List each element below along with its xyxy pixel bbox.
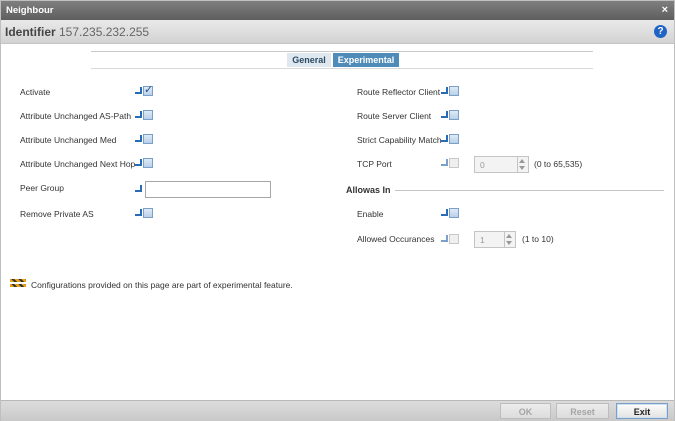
arrow-icon bbox=[441, 159, 449, 168]
allowas-in-title: Allowas In bbox=[346, 185, 391, 195]
remove-private-as-label: Remove Private AS bbox=[20, 209, 94, 219]
close-icon[interactable]: × bbox=[662, 4, 668, 16]
attr-unchanged-next-hop-checkbox[interactable] bbox=[135, 157, 154, 169]
tab-general[interactable]: General bbox=[287, 53, 331, 67]
activate-checkbox[interactable]: ✓ bbox=[135, 84, 154, 97]
strict-capability-match-checkbox[interactable] bbox=[441, 133, 460, 145]
checkmark-icon: ✓ bbox=[144, 84, 154, 96]
tcp-port-spinner[interactable]: 0 bbox=[474, 156, 529, 173]
arrow-icon bbox=[135, 111, 143, 120]
ok-button[interactable]: OK bbox=[500, 403, 551, 419]
attr-unchanged-next-hop-label: Attribute Unchanged Next Hop bbox=[20, 159, 136, 169]
peer-group-label: Peer Group bbox=[20, 183, 64, 193]
allowed-occurances-spinner[interactable]: 1 bbox=[474, 231, 516, 248]
identifier-bar: Identifier 157.235.232.255 ? bbox=[1, 20, 674, 44]
tab-divider bbox=[91, 68, 593, 69]
route-reflector-client-label: Route Reflector Client bbox=[357, 87, 441, 97]
tcp-port-value: 0 bbox=[480, 160, 485, 170]
allowas-enable-label: Enable bbox=[357, 209, 384, 219]
tcp-port-range: (0 to 65,535) bbox=[534, 159, 583, 169]
neighbour-dialog: Neighbour × Identifier 157.235.232.255 ?… bbox=[0, 0, 675, 421]
arrow-icon bbox=[135, 209, 143, 218]
arrow-icon bbox=[441, 135, 449, 144]
allowed-occurances-value: 1 bbox=[480, 235, 485, 245]
peer-group-input[interactable] bbox=[145, 181, 271, 198]
arrow-icon bbox=[441, 87, 449, 96]
arrow-icon bbox=[441, 111, 449, 120]
title-bar: Neighbour × bbox=[1, 1, 674, 20]
activate-label: Activate bbox=[20, 87, 51, 97]
remove-private-as-checkbox[interactable] bbox=[135, 207, 154, 219]
attr-unchanged-med-label: Attribute Unchanged Med bbox=[20, 135, 117, 145]
attr-unchanged-med-checkbox[interactable] bbox=[135, 133, 154, 145]
identifier-label: Identifier bbox=[5, 25, 56, 39]
help-icon[interactable]: ? bbox=[654, 25, 667, 38]
tcp-port-label: TCP Port bbox=[357, 159, 392, 169]
arrow-icon bbox=[135, 159, 143, 168]
spin-down-icon[interactable] bbox=[506, 241, 512, 245]
footer-bar: OK Reset Exit bbox=[1, 400, 674, 421]
allowas-enable-checkbox[interactable] bbox=[441, 207, 460, 219]
arrow-icon bbox=[441, 209, 449, 218]
spin-up-icon[interactable] bbox=[519, 159, 525, 163]
arrow-icon bbox=[441, 235, 449, 244]
tab-experimental[interactable]: Experimental bbox=[333, 53, 399, 67]
attr-unchanged-as-path-label: Attribute Unchanged AS-Path bbox=[20, 111, 132, 121]
reset-button[interactable]: Reset bbox=[556, 403, 609, 419]
identifier-value: 157.235.232.255 bbox=[59, 25, 150, 39]
route-reflector-client-checkbox[interactable] bbox=[441, 85, 460, 97]
allowed-occurances-checkbox[interactable] bbox=[441, 233, 460, 245]
arrow-icon bbox=[135, 185, 143, 194]
construction-barrier-icon bbox=[10, 279, 26, 289]
experimental-note: Configurations provided on this page are… bbox=[31, 280, 293, 290]
window-title: Neighbour bbox=[6, 5, 54, 16]
exit-button[interactable]: Exit bbox=[616, 403, 668, 419]
strict-capability-match-label: Strict Capability Match bbox=[357, 135, 442, 145]
arrow-icon bbox=[135, 135, 143, 144]
tcp-port-checkbox[interactable] bbox=[441, 157, 460, 169]
tab-strip-line bbox=[91, 51, 593, 52]
arrow-icon bbox=[135, 87, 143, 96]
allowed-occurances-range: (1 to 10) bbox=[522, 234, 554, 244]
spin-up-icon[interactable] bbox=[506, 234, 512, 238]
section-divider bbox=[395, 190, 664, 191]
allowed-occurances-label: Allowed Occurances bbox=[357, 234, 435, 244]
attr-unchanged-as-path-checkbox[interactable] bbox=[135, 109, 154, 121]
spin-down-icon[interactable] bbox=[519, 166, 525, 170]
peer-group-arrow bbox=[135, 183, 145, 195]
route-server-client-label: Route Server Client bbox=[357, 111, 432, 121]
route-server-client-checkbox[interactable] bbox=[441, 109, 460, 121]
